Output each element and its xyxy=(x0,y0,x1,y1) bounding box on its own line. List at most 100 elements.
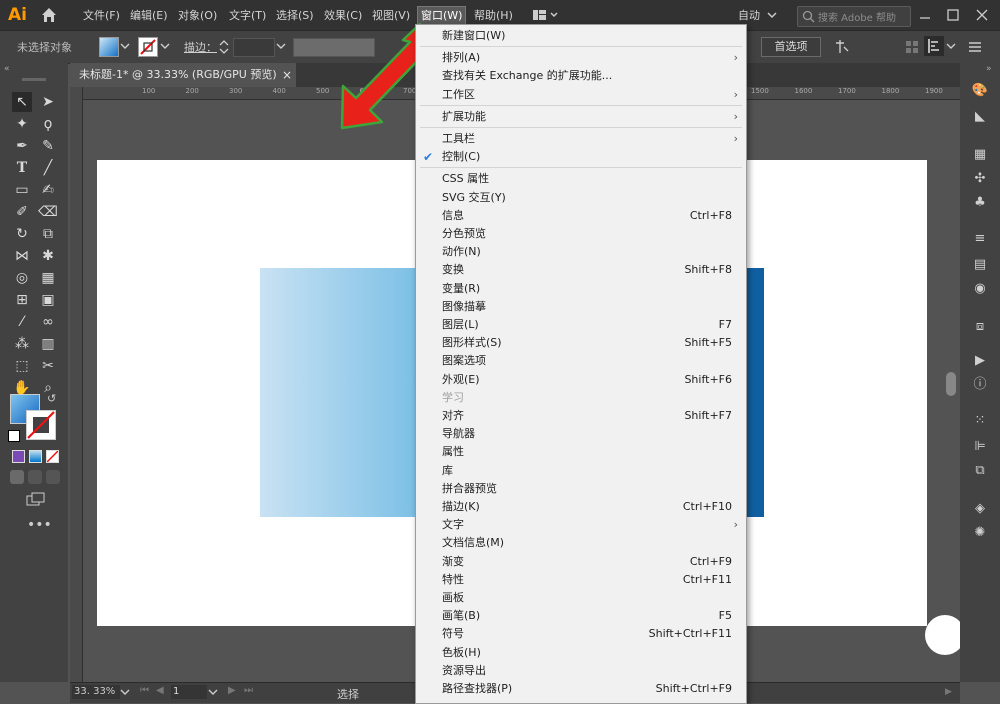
pen-tool-icon[interactable]: ✒ xyxy=(12,136,32,156)
menu-edit[interactable]: 编辑(E) xyxy=(130,8,168,24)
menu-item[interactable]: CSS 属性 xyxy=(416,170,746,188)
chevron-down-icon[interactable] xyxy=(946,41,956,54)
paintbrush-tool-icon[interactable]: ✍ xyxy=(38,180,58,200)
screen-mode-icon[interactable] xyxy=(26,492,46,506)
menu-item[interactable]: 特性 Ctrl+F11 xyxy=(416,571,746,589)
transparency-icon[interactable]: ◉ xyxy=(970,280,990,298)
menu-item[interactable]: 图形样式(S) Shift+F5 xyxy=(416,334,746,352)
menu-item[interactable]: 图案选项 xyxy=(416,352,746,370)
more-tools-icon[interactable]: ••• xyxy=(27,517,52,533)
color-guide-icon[interactable]: ◣ xyxy=(970,108,990,126)
menu-item[interactable]: 符号 Shift+Ctrl+F11 xyxy=(416,625,746,643)
menu-item[interactable]: 新建窗口(W) xyxy=(416,27,746,45)
none-mode-icon[interactable] xyxy=(46,450,59,463)
align-icon[interactable]: ⊫ xyxy=(970,438,990,456)
chevron-down-icon[interactable] xyxy=(120,41,130,54)
actions-play-icon[interactable]: ▶ xyxy=(970,352,990,370)
previous-artboard-icon[interactable]: ◀ xyxy=(156,685,164,696)
transform-icon[interactable]: ⁙ xyxy=(970,412,990,430)
arrange-documents-icon[interactable] xyxy=(834,39,856,55)
pathfinder-icon[interactable]: ⧉ xyxy=(970,462,990,480)
menu-item[interactable]: 变换 Shift+F8 xyxy=(416,261,746,279)
preferences-button[interactable]: 首选项 xyxy=(761,37,821,57)
menu-item[interactable]: 资源导出 xyxy=(416,662,746,680)
panel-menu-icon[interactable] xyxy=(968,40,982,54)
menu-item[interactable]: 渐变 Ctrl+F9 xyxy=(416,553,746,571)
panel-scrollbar[interactable] xyxy=(946,372,956,396)
stroke-panel-icon[interactable]: ≡ xyxy=(970,230,990,248)
collapse-icon[interactable]: « xyxy=(4,64,10,74)
column-graph-tool-icon[interactable]: ▥ xyxy=(38,334,58,354)
menu-item[interactable]: 对齐 Shift+F7 xyxy=(416,407,746,425)
artboard-number-input[interactable]: 1 xyxy=(171,685,207,699)
help-search-input[interactable]: 搜索 Adobe 帮助 xyxy=(797,6,911,27)
menu-item[interactable]: 扩展功能 › xyxy=(416,108,746,126)
menu-item[interactable]: 文档信息(M) xyxy=(416,534,746,552)
menu-help[interactable]: 帮助(H) xyxy=(474,8,513,24)
chevron-down-icon[interactable] xyxy=(208,687,218,700)
zoom-level[interactable]: 33. 33% xyxy=(72,685,120,699)
draw-inside-icon[interactable] xyxy=(46,470,60,484)
slice-tool-icon[interactable]: ✂ xyxy=(38,356,58,376)
stroke-swatch[interactable] xyxy=(138,37,158,57)
minimize-icon[interactable] xyxy=(918,8,932,22)
eraser-tool-icon[interactable]: ⌫ xyxy=(38,202,58,222)
menu-object[interactable]: 对象(O) xyxy=(178,8,217,24)
document-info-icon[interactable]: ⓘ xyxy=(970,376,990,394)
draw-normal-icon[interactable] xyxy=(10,470,24,484)
menu-item[interactable]: 工作区 › xyxy=(416,86,746,104)
menu-item[interactable]: 动作(N) xyxy=(416,243,746,261)
magic-wand-tool-icon[interactable]: ✦ xyxy=(12,114,32,134)
menu-item[interactable]: 外观(E) Shift+F6 xyxy=(416,371,746,389)
type-tool-icon[interactable]: T xyxy=(12,158,32,178)
direct-selection-tool-icon[interactable]: ➤ xyxy=(38,92,58,112)
menu-item[interactable]: ✔ 控制(C) xyxy=(416,148,746,166)
document-tab[interactable]: 未标题-1* @ 33.33% (RGB/GPU 预览) × xyxy=(70,63,296,87)
chevron-down-icon[interactable] xyxy=(160,41,170,54)
menu-item[interactable]: 库 xyxy=(416,462,746,480)
align-panel-icon[interactable] xyxy=(924,36,944,56)
menu-select[interactable]: 选择(S) xyxy=(276,8,314,24)
menu-item[interactable]: 工具栏 › xyxy=(416,130,746,148)
menu-item[interactable]: 色板(H) xyxy=(416,644,746,662)
menu-item[interactable]: SVG 交互(Y) xyxy=(416,189,746,207)
menu-item[interactable]: 变量(R) xyxy=(416,280,746,298)
menu-item[interactable]: 属性 xyxy=(416,443,746,461)
maximize-icon[interactable] xyxy=(946,8,960,22)
rotate-tool-icon[interactable]: ↻ xyxy=(12,224,32,244)
rectangle-tool-icon[interactable]: ▭ xyxy=(12,180,32,200)
image-trace-icon[interactable]: ⧈ xyxy=(970,318,990,336)
symbol-sprayer-tool-icon[interactable]: ⁂ xyxy=(12,334,32,354)
menu-item[interactable]: 拼合器预览 xyxy=(416,480,746,498)
stroke-weight-stepper[interactable] xyxy=(218,38,230,56)
asset-export-icon[interactable]: ✺ xyxy=(970,524,990,542)
mesh-tool-icon[interactable]: ⊞ xyxy=(12,290,32,310)
menu-type[interactable]: 文字(T) xyxy=(229,8,266,24)
gradient-panel-icon[interactable]: ▤ xyxy=(970,256,990,274)
menu-file[interactable]: 文件(F) xyxy=(83,8,120,24)
menu-item[interactable]: 排列(A) › xyxy=(416,49,746,67)
default-colors-icon[interactable] xyxy=(8,430,20,442)
menu-item[interactable]: 文字 › xyxy=(416,516,746,534)
line-tool-icon[interactable]: ╱ xyxy=(38,158,58,178)
color-mode-icon[interactable] xyxy=(12,450,25,463)
layout-switch-icon[interactable] xyxy=(532,8,560,22)
swatches-icon[interactable]: ▦ xyxy=(970,146,990,164)
blend-tool-icon[interactable]: ∞ xyxy=(38,312,58,332)
first-artboard-icon[interactable]: ⏮ xyxy=(140,685,149,696)
menu-item[interactable]: 路径查找器(P) Shift+Ctrl+F9 xyxy=(416,680,746,698)
gradient-tool-icon[interactable]: ▣ xyxy=(38,290,58,310)
menu-item[interactable]: 描边(K) Ctrl+F10 xyxy=(416,498,746,516)
menu-item[interactable]: 信息 Ctrl+F8 xyxy=(416,207,746,225)
artboard-tool-icon[interactable]: ⬚ xyxy=(12,356,32,376)
symbols-icon[interactable]: ♣ xyxy=(970,194,990,212)
close-icon[interactable] xyxy=(975,8,989,22)
fill-swatch[interactable] xyxy=(99,37,119,57)
menu-item[interactable]: 查找有关 Exchange 的扩展功能... xyxy=(416,67,746,85)
shape-builder-tool-icon[interactable]: ◎ xyxy=(12,268,32,288)
scale-tool-icon[interactable]: ⧉ xyxy=(38,224,58,244)
chevron-down-icon[interactable] xyxy=(120,687,130,700)
color-panel-icon[interactable]: 🎨 xyxy=(970,82,990,100)
swap-colors-icon[interactable]: ↺ xyxy=(47,392,56,405)
menu-item[interactable]: 画板 xyxy=(416,589,746,607)
